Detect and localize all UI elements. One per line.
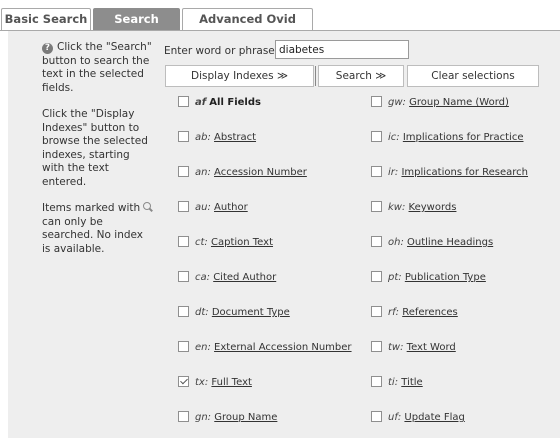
display-indexes-button[interactable]: Display Indexes ≫ (165, 65, 314, 87)
button-separator (315, 66, 316, 86)
field-checkbox[interactable] (371, 271, 382, 282)
field-checkbox[interactable] (371, 306, 382, 317)
magnifier-icon (143, 202, 153, 212)
help-items-after: can only be searched. No index is availa… (42, 215, 144, 255)
field-checkbox[interactable] (371, 376, 382, 387)
field-code: gw: (388, 97, 406, 108)
field-code: pt: (388, 272, 402, 283)
field-code: en: (195, 342, 211, 353)
field-checkbox[interactable] (371, 96, 382, 107)
field-code: tx: (195, 377, 209, 388)
field-row[interactable]: af All Fields (178, 95, 261, 111)
field-row[interactable]: ir: Implications for Research (371, 165, 528, 181)
field-checkbox[interactable] (178, 201, 189, 212)
field-checkbox[interactable] (371, 341, 382, 352)
field-code: au: (195, 202, 211, 213)
field-code: uf: (388, 412, 402, 423)
field-code: rf: (388, 307, 400, 318)
field-code: ab: (195, 132, 211, 143)
field-row[interactable]: au: Author (178, 200, 248, 216)
field-row[interactable]: ti: Title (371, 375, 423, 391)
field-label: All Fields (209, 97, 261, 108)
field-label[interactable]: Keywords (409, 202, 457, 213)
field-code: dt: (195, 307, 209, 318)
field-checkbox[interactable] (371, 166, 382, 177)
tab-bar: Basic Search Search Fields Advanced Ovid… (0, 0, 560, 47)
field-label[interactable]: Cited Author (213, 272, 276, 283)
tab-advanced-ovid-search[interactable]: Advanced Ovid Search (182, 8, 313, 47)
field-row[interactable]: tx: Full Text (178, 375, 252, 391)
field-checkbox[interactable] (178, 131, 189, 142)
field-row[interactable]: en: External Accession Number (178, 340, 352, 356)
field-row[interactable]: rf: References (371, 305, 458, 321)
field-label[interactable]: Full Text (211, 377, 252, 388)
help-paragraph-items: Items marked with can only be searched. … (42, 202, 154, 256)
help-paragraph-indexes: Click the "Display Indexes" button to br… (42, 108, 148, 188)
field-label[interactable]: Outline Headings (407, 237, 493, 248)
field-row[interactable]: tw: Text Word (371, 340, 456, 356)
field-row[interactable]: ct: Caption Text (178, 235, 273, 251)
field-label[interactable]: Author (214, 202, 248, 213)
field-checkbox[interactable] (371, 201, 382, 212)
field-checkbox[interactable] (178, 376, 189, 387)
tab-basic-search[interactable]: Basic Search (1, 8, 91, 30)
clear-selections-button[interactable]: Clear selections (407, 65, 539, 87)
field-label[interactable]: Caption Text (211, 237, 273, 248)
field-checkbox[interactable] (371, 236, 382, 247)
field-label[interactable]: Publication Type (405, 272, 486, 283)
field-checkbox[interactable] (178, 236, 189, 247)
field-code: ct: (195, 237, 208, 248)
tab-search-fields[interactable]: Search Fields (93, 8, 180, 47)
field-checkbox[interactable] (178, 271, 189, 282)
field-label[interactable]: Title (401, 377, 422, 388)
help-items-before: Items marked with (42, 202, 141, 214)
phrase-label: Enter word or phrase: (164, 45, 279, 57)
search-button[interactable]: Search ≫ (318, 65, 404, 87)
field-row[interactable]: ab: Abstract (178, 130, 256, 146)
field-code: an: (195, 167, 211, 178)
field-label[interactable]: Implications for Research (401, 167, 528, 178)
field-row[interactable]: oh: Outline Headings (371, 235, 493, 251)
field-label[interactable]: References (402, 307, 458, 318)
field-label[interactable]: Group Name (214, 412, 277, 423)
phrase-input[interactable] (275, 40, 409, 59)
field-checkbox[interactable] (371, 411, 382, 422)
field-row[interactable]: an: Accession Number (178, 165, 307, 181)
field-label[interactable]: Implications for Practice (403, 132, 524, 143)
field-checkbox[interactable] (178, 166, 189, 177)
help-search-text: Click the "Search" button to search the … (42, 41, 152, 94)
help-text: ? Click the "Search" button to search the… (42, 41, 154, 269)
field-row[interactable]: ic: Implications for Practice (371, 130, 523, 146)
field-row[interactable]: gw: Group Name (Word) (371, 95, 509, 111)
field-code: kw: (388, 202, 406, 213)
field-checkbox[interactable] (178, 306, 189, 317)
field-label[interactable]: Accession Number (214, 167, 307, 178)
help-icon: ? (42, 43, 53, 54)
field-code: af (195, 97, 207, 108)
field-row[interactable]: dt: Document Type (178, 305, 290, 321)
field-code: ic: (388, 132, 400, 143)
field-checkbox[interactable] (178, 96, 189, 107)
field-row[interactable]: gn: Group Name (178, 410, 277, 426)
field-code: tw: (388, 342, 404, 353)
field-label[interactable]: External Accession Number (214, 342, 352, 353)
field-label[interactable]: Abstract (214, 132, 256, 143)
field-code: gn: (195, 412, 212, 423)
field-label[interactable]: Update Flag (404, 412, 464, 423)
field-checkbox[interactable] (178, 411, 189, 422)
field-row[interactable]: pt: Publication Type (371, 270, 486, 286)
field-row[interactable]: uf: Update Flag (371, 410, 465, 426)
field-row[interactable]: ca: Cited Author (178, 270, 276, 286)
field-code: oh: (388, 237, 404, 248)
field-checkbox[interactable] (178, 341, 189, 352)
field-label[interactable]: Text Word (407, 342, 456, 353)
help-paragraph-search: ? Click the "Search" button to search the… (42, 41, 154, 95)
field-checkbox[interactable] (371, 131, 382, 142)
field-code: ti: (388, 377, 399, 388)
field-code: ir: (388, 167, 399, 178)
field-code: ca: (195, 272, 210, 283)
field-label[interactable]: Group Name (Word) (409, 97, 509, 108)
field-row[interactable]: kw: Keywords (371, 200, 456, 216)
field-label[interactable]: Document Type (212, 307, 290, 318)
